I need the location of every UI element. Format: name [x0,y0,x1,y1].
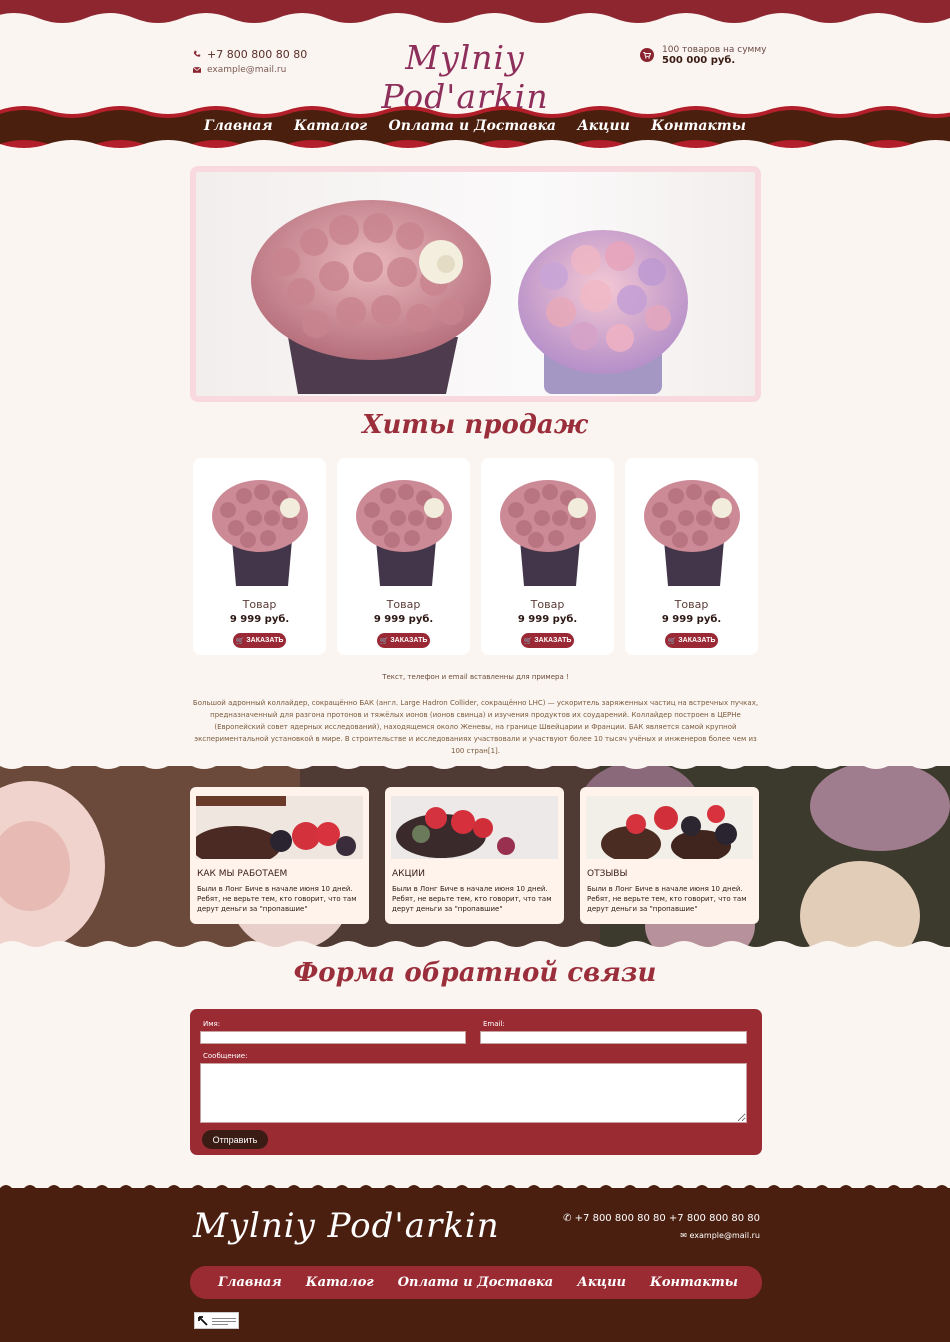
nav-contacts[interactable]: Контакты [651,118,746,144]
product-card[interactable]: Товар 9 999 руб. 🛒 ЗАКАЗАТЬ [337,458,470,655]
info-card-title: АКЦИИ [392,869,425,879]
cart-summary[interactable]: 100 товаров на сумму 500 000 руб. [640,45,766,66]
name-input[interactable] [200,1031,466,1044]
order-button-label: ЗАКАЗАТЬ [678,637,716,644]
nav-catalog[interactable]: Каталог [294,118,367,144]
cart-icon: 🛒 [667,637,677,645]
header-contacts: +7 800 800 80 80 example@mail.ru [192,46,307,78]
header-email-text: example@mail.ru [207,65,287,75]
footer-email[interactable]: ✉ example@mail.ru [560,1231,760,1240]
info-cards: КАК МЫ РАБОТАЕМ Были в Лонг Биче в начал… [190,787,759,924]
order-button[interactable]: 🛒 ЗАКАЗАТЬ [521,633,574,648]
example-note: Текст, телефон и email вставленны для пр… [382,673,569,681]
email-label: Email: [483,1020,505,1028]
info-card-reviews[interactable]: ОТЗЫВЫ Были в Лонг Биче в начале июня 10… [580,787,759,924]
counter-stats-icon [212,1317,236,1325]
header-phone[interactable]: +7 800 800 80 80 [192,46,307,62]
product-image [644,480,740,586]
product-name: Товар [242,598,277,611]
site-header: +7 800 800 80 80 example@mail.ru Mylniy … [0,30,950,116]
cart-icon: 🛒 [235,637,245,645]
footer-phones[interactable]: ✆ +7 800 800 80 80 +7 800 800 80 80 [560,1213,760,1224]
order-button[interactable]: 🛒 ЗАКАЗАТЬ [233,633,286,648]
header-email[interactable]: example@mail.ru [192,62,307,78]
dessert-image [586,796,753,859]
product-card[interactable]: Товар 9 999 руб. 🛒 ЗАКАЗАТЬ [193,458,326,655]
product-name: Товар [530,598,565,611]
product-name: Товар [386,598,421,611]
footer-nav-payment-delivery[interactable]: Оплата и Доставка [398,1275,553,1290]
product-card[interactable]: Товар 9 999 руб. 🛒 ЗАКАЗАТЬ [481,458,614,655]
phone-icon: ✆ [563,1213,575,1224]
nav-home[interactable]: Главная [204,118,273,144]
info-card-text: Были в Лонг Биче в начале июня 10 дней. … [587,885,747,913]
hero-banner[interactable] [190,166,761,402]
cart-total-text: 500 000 руб. [662,55,736,66]
phone-icon [192,50,201,59]
top-wave-decoration [0,0,950,23]
counter-arrow-icon [198,1315,208,1326]
mail-icon [192,66,201,75]
product-image [356,480,452,586]
message-textarea[interactable] [200,1063,747,1123]
product-name: Товар [674,598,709,611]
cart-icon: 🛒 [379,637,389,645]
info-card-how-we-work[interactable]: КАК МЫ РАБОТАЕМ Были в Лонг Биче в начал… [190,787,369,924]
product-price: 9 999 руб. [517,614,578,625]
product-list: Товар 9 999 руб. 🛒 ЗАКАЗАТЬ Товар 9 999 р… [193,458,758,655]
info-card-text: Были в Лонг Биче в начале июня 10 дней. … [392,885,552,913]
header-phone-text: +7 800 800 80 80 [207,47,308,61]
name-label: Имя: [203,1020,221,1028]
order-button-label: ЗАКАЗАТЬ [390,637,428,644]
order-button-label: ЗАКАЗАТЬ [246,637,284,644]
cart-icon [640,48,654,62]
message-label: Сообщение: [203,1052,248,1060]
footer-nav: Главная Каталог Оплата и Доставка Акции … [190,1266,762,1299]
product-card[interactable]: Товар 9 999 руб. 🛒 ЗАКАЗАТЬ [625,458,758,655]
dessert-image [196,796,363,859]
main-nav: Главная Каталог Оплата и Доставка Акции … [190,118,760,144]
product-price: 9 999 руб. [373,614,434,625]
dessert-image [391,796,558,859]
order-button[interactable]: 🛒 ЗАКАЗАТЬ [377,633,430,648]
info-card-promotions[interactable]: АКЦИИ Были в Лонг Биче в начале июня 10 … [385,787,564,924]
product-price: 9 999 руб. [661,614,722,625]
info-card-text: Были в Лонг Биче в начале июня 10 дней. … [197,885,357,913]
nav-promotions[interactable]: Акции [577,118,629,144]
footer-nav-promotions[interactable]: Акции [577,1275,626,1290]
footer-nav-contacts[interactable]: Контакты [650,1275,738,1290]
product-image [500,480,596,586]
footer-email-text: example@mail.ru [689,1231,760,1240]
footer-nav-home[interactable]: Главная [218,1275,282,1290]
feedback-title: Форма обратной связи [293,958,657,988]
submit-button[interactable]: Отправить [202,1130,268,1149]
footer-phones-text: +7 800 800 80 80 +7 800 800 80 80 [574,1213,760,1224]
cart-count-text: 100 товаров на сумму [662,45,767,55]
product-price: 9 999 руб. [229,614,290,625]
footer-logo[interactable]: Mylniy Pod'arkin [193,1206,500,1246]
visit-counter-badge[interactable] [194,1312,239,1329]
site-footer: Mylniy Pod'arkin ✆ +7 800 800 80 80 +7 8… [0,1188,950,1342]
info-card-title: ОТЗЫВЫ [587,869,628,879]
nav-payment-delivery[interactable]: Оплата и Доставка [389,118,556,144]
hits-title: Хиты продаж [362,410,588,440]
mail-icon: ✉ [680,1231,690,1240]
hero-bouquets-image [251,200,688,394]
order-button-label: ЗАКАЗАТЬ [534,637,572,644]
product-image [212,480,308,586]
about-paragraph: Большой адронный коллайдер, сокращённо Б… [192,699,759,755]
feedback-form: Имя: Email: Сообщение: Отправить [190,1009,762,1155]
cart-icon: 🛒 [523,637,533,645]
order-button[interactable]: 🛒 ЗАКАЗАТЬ [665,633,718,648]
email-input[interactable] [480,1031,747,1044]
footer-nav-catalog[interactable]: Каталог [306,1275,374,1290]
info-card-title: КАК МЫ РАБОТАЕМ [197,869,288,879]
